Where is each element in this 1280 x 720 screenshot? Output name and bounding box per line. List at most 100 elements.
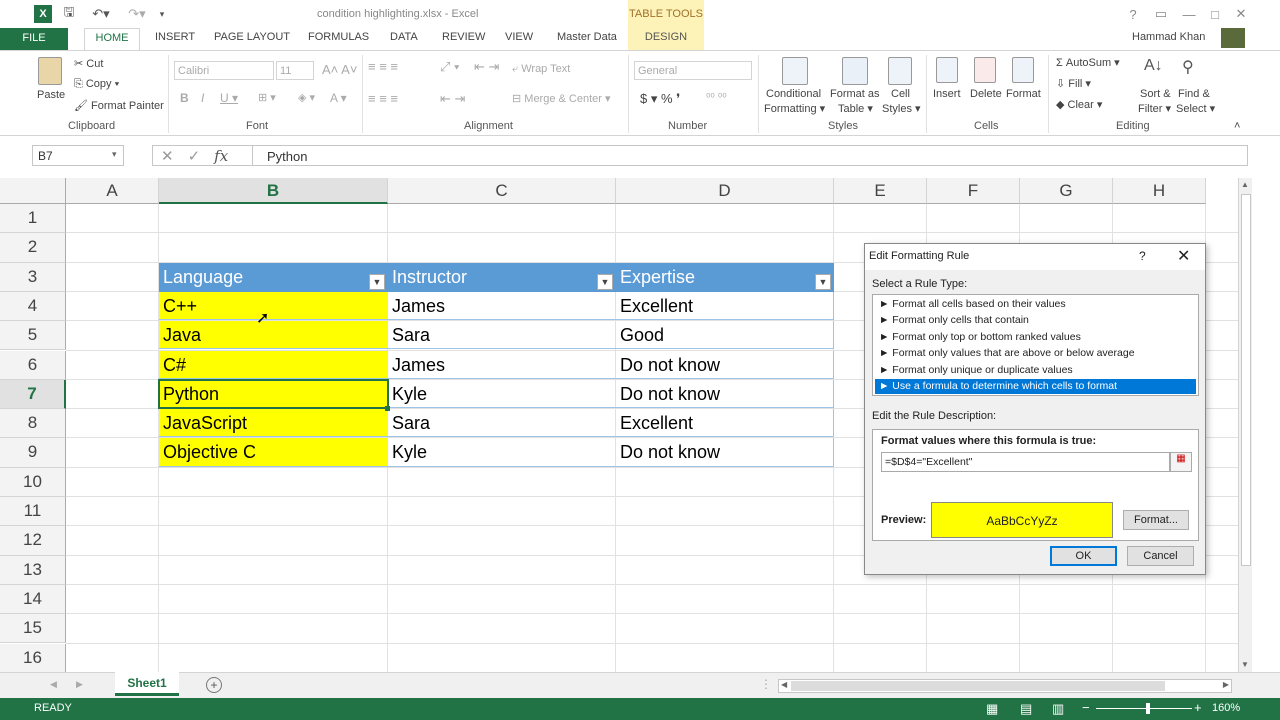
column-header-c[interactable]: C [388, 178, 616, 204]
row-header-3[interactable]: 3 [0, 262, 66, 292]
paste-button[interactable]: Paste [37, 89, 65, 101]
tab-review[interactable]: REVIEW [442, 31, 485, 43]
rule-type-item[interactable]: ► Format only unique or duplicate values [875, 363, 1196, 378]
formula-input[interactable]: =$D$4="Excellent" [881, 452, 1170, 472]
maximize-icon[interactable]: □ [1206, 5, 1224, 23]
cell-expertise[interactable]: Do not know [616, 379, 834, 409]
conditional-formatting-icon[interactable] [782, 57, 808, 85]
scroll-right-icon[interactable]: ▶ [1223, 680, 1229, 689]
tab-view[interactable]: VIEW [505, 31, 533, 43]
rule-type-item[interactable]: ► Format only top or bottom ranked value… [875, 330, 1196, 345]
ok-button[interactable]: OK [1050, 546, 1117, 566]
format-as-table-label-2[interactable]: Table ▾ [838, 102, 873, 115]
cell-instructor[interactable]: Kyle [388, 438, 616, 467]
cell-instructor[interactable]: James [388, 292, 616, 321]
row-header-7[interactable]: 7 [0, 379, 66, 410]
insert-cells-button[interactable]: Insert [933, 88, 961, 100]
cell-instructor[interactable]: James [388, 351, 616, 379]
scroll-thumb[interactable] [1241, 194, 1251, 566]
merge-center-button[interactable]: ⊟ Merge & Center ▾ [512, 92, 611, 105]
row-header-6[interactable]: 6 [0, 350, 66, 380]
vertical-scrollbar[interactable]: ▲ ▼ [1238, 178, 1252, 672]
row-header-4[interactable]: 4 [0, 291, 66, 322]
sort-filter-label-1[interactable]: Sort & [1140, 88, 1171, 100]
zoom-out-icon[interactable]: − [1082, 700, 1090, 715]
next-sheet-icon[interactable]: ▶ [76, 679, 83, 690]
user-name[interactable]: Hammad Khan [1132, 31, 1205, 43]
cut-button[interactable]: ✂ Cut [74, 57, 103, 70]
tab-file[interactable]: FILE [0, 28, 68, 50]
tab-insert[interactable]: INSERT [155, 31, 195, 43]
number-format-select[interactable]: General [634, 61, 752, 80]
cancel-entry-icon[interactable]: ✕ [161, 147, 174, 165]
help-icon[interactable]: ? [1126, 5, 1140, 23]
insert-cells-icon[interactable] [936, 57, 958, 83]
column-header-d[interactable]: D [616, 178, 834, 204]
format-cells-icon[interactable] [1012, 57, 1034, 83]
column-header-h[interactable]: H [1113, 178, 1206, 204]
tab-master-data[interactable]: Master Data [557, 31, 617, 43]
format-as-table-label-1[interactable]: Format as [830, 88, 880, 100]
decrease-indent-icon[interactable]: ⇤ ⇥ [440, 91, 465, 107]
column-header-a[interactable]: A [66, 178, 159, 204]
cell-styles-icon[interactable] [888, 57, 912, 85]
cell-expertise[interactable]: Do not know [616, 350, 834, 379]
sort-filter-label-2[interactable]: Filter ▾ [1138, 102, 1171, 115]
underline-icon[interactable]: U ▾ [220, 91, 238, 105]
format-painter-button[interactable]: 🖌 Format Painter [74, 99, 164, 112]
tab-design[interactable]: DESIGN [628, 28, 704, 50]
row-header-2[interactable]: 2 [0, 233, 66, 263]
cell-language[interactable]: JavaScript [159, 409, 388, 438]
column-header-f[interactable]: F [927, 178, 1020, 204]
column-header-e[interactable]: E [834, 178, 927, 204]
cell-styles-label-2[interactable]: Styles ▾ [882, 102, 921, 115]
confirm-entry-icon[interactable]: ✓ [188, 147, 201, 165]
tab-data[interactable]: DATA [390, 31, 418, 43]
filter-dropdown-icon[interactable]: ▼ [815, 274, 831, 290]
fill-button[interactable]: ⇩ Fill ▾ [1056, 77, 1091, 90]
table-header-expertise[interactable]: Expertise ▼ [616, 263, 834, 292]
format-as-table-icon[interactable] [842, 57, 868, 85]
autosum-button[interactable]: Σ AutoSum ▾ [1056, 56, 1120, 69]
cell-styles-label-1[interactable]: Cell [891, 88, 910, 100]
insert-function-icon[interactable]: fx [214, 147, 228, 165]
zoom-slider-thumb[interactable] [1146, 703, 1150, 714]
cancel-button[interactable]: Cancel [1127, 546, 1194, 566]
tab-home[interactable]: HOME [84, 28, 140, 51]
bold-icon[interactable]: B [180, 91, 189, 105]
cell-language[interactable]: Objective C [159, 438, 388, 467]
zoom-level[interactable]: 160% [1212, 702, 1240, 714]
page-break-view-icon[interactable]: ▥ [1052, 701, 1064, 717]
sheet-tab-sheet1[interactable]: Sheet1 [115, 672, 179, 696]
zoom-slider[interactable] [1096, 708, 1192, 709]
rule-type-item[interactable]: ► Use a formula to determine which cells… [875, 379, 1196, 394]
row-header-15[interactable]: 15 [0, 614, 66, 644]
zoom-in-icon[interactable]: + [1194, 700, 1202, 715]
normal-view-icon[interactable]: ▦ [986, 701, 998, 717]
delete-cells-button[interactable]: Delete [970, 88, 1002, 100]
accounting-icon[interactable]: $ ▾ % ❜ [640, 91, 680, 107]
font-name-select[interactable]: Calibri [174, 61, 274, 80]
row-header-13[interactable]: 13 [0, 555, 66, 585]
cell-expertise[interactable]: Do not know [616, 438, 834, 467]
new-sheet-icon[interactable]: + [206, 677, 222, 693]
row-header-11[interactable]: 11 [0, 497, 66, 527]
row-header-14[interactable]: 14 [0, 584, 66, 615]
conditional-formatting-label-1[interactable]: Conditional [766, 88, 821, 100]
conditional-formatting-label-2[interactable]: Formatting ▾ [764, 102, 825, 115]
close-icon[interactable]: ✕ [1232, 5, 1250, 23]
borders-icon[interactable]: ⊞ ▾ [258, 91, 276, 104]
column-header-b[interactable]: B [159, 178, 388, 204]
delete-cells-icon[interactable] [974, 57, 996, 83]
cell-expertise[interactable]: Good [616, 321, 834, 350]
rule-type-item[interactable]: ► Format only values that are above or b… [875, 346, 1196, 361]
find-select-label-1[interactable]: Find & [1178, 88, 1210, 100]
decimal-icon[interactable]: ⁰⁰ ⁰⁰ [706, 91, 727, 104]
row-header-1[interactable]: 1 [0, 204, 66, 234]
sort-filter-icon[interactable]: A↓ [1144, 57, 1168, 83]
avatar[interactable] [1221, 28, 1245, 48]
dialog-help-icon[interactable]: ? [1139, 249, 1146, 263]
tab-split-handle[interactable]: ⋮ [760, 677, 772, 691]
name-box-dropdown-icon[interactable]: ▾ [112, 149, 117, 160]
font-size-select[interactable]: 11 [276, 61, 314, 80]
